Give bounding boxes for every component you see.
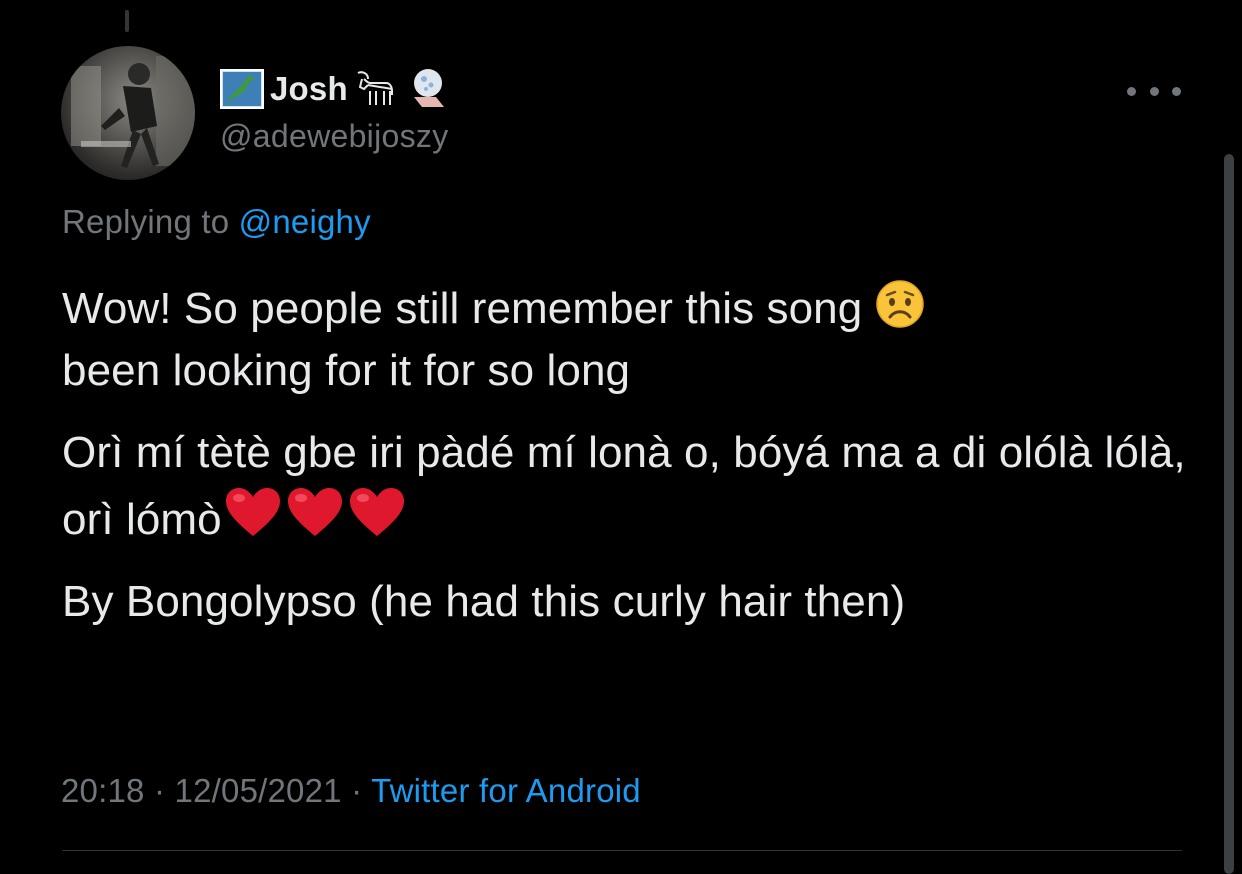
tweet-body: Wow! So people still remember this song … [62,278,1202,653]
meta-separator: · [351,772,363,809]
author-display-name[interactable]: Josh [270,70,348,108]
tweet-paragraph-2: Orì mí tètè gbe iri pàdé mí lonà o, bóyá… [62,422,1202,551]
tweet-paragraph-1: Wow! So people still remember this song … [62,278,1202,402]
more-options-button[interactable] [1127,78,1181,104]
japan-map-flag-icon [220,69,264,109]
tweet-paragraph-3: By Bongolypso (he had this curly hair th… [62,571,1202,633]
red-heart-icon [225,488,280,536]
red-heart-icon [287,488,342,536]
soap-icon [413,69,444,107]
more-dot-icon [1172,86,1181,96]
more-dot-icon [1127,86,1136,96]
author-name-row[interactable]: Josh [220,64,452,114]
worried-face-icon [875,280,924,328]
tweet-text-line: Wow! So people still remember this song [62,284,863,333]
scrollbar[interactable] [1224,154,1234,874]
goat-icon [357,71,393,105]
tweet-meta: 20:18 · 12/05/2021 · Twitter for Android [61,772,641,810]
red-heart-icon [349,488,404,536]
tweet-text-credit: By Bongolypso (he had this curly hair th… [62,577,906,626]
meta-separator: · [153,772,166,809]
replying-to-link[interactable]: @neighy [239,203,371,240]
replying-to-label: Replying to [62,203,230,240]
tweet-time[interactable]: 20:18 [61,772,145,809]
replying-to-line: Replying to @neighy [62,203,371,241]
more-dot-icon [1149,86,1159,96]
thread-connector-line [125,10,129,32]
tweet-source-link[interactable]: Twitter for Android [371,772,641,809]
tweet-date[interactable]: 12/05/2021 [175,772,342,809]
avatar[interactable] [61,46,195,180]
divider [62,850,1182,851]
author-block[interactable]: Josh @adewebijoszy [220,64,452,155]
author-handle[interactable]: @adewebijoszy [220,118,452,155]
tweet-text-line: been looking for it for so long [62,346,631,395]
